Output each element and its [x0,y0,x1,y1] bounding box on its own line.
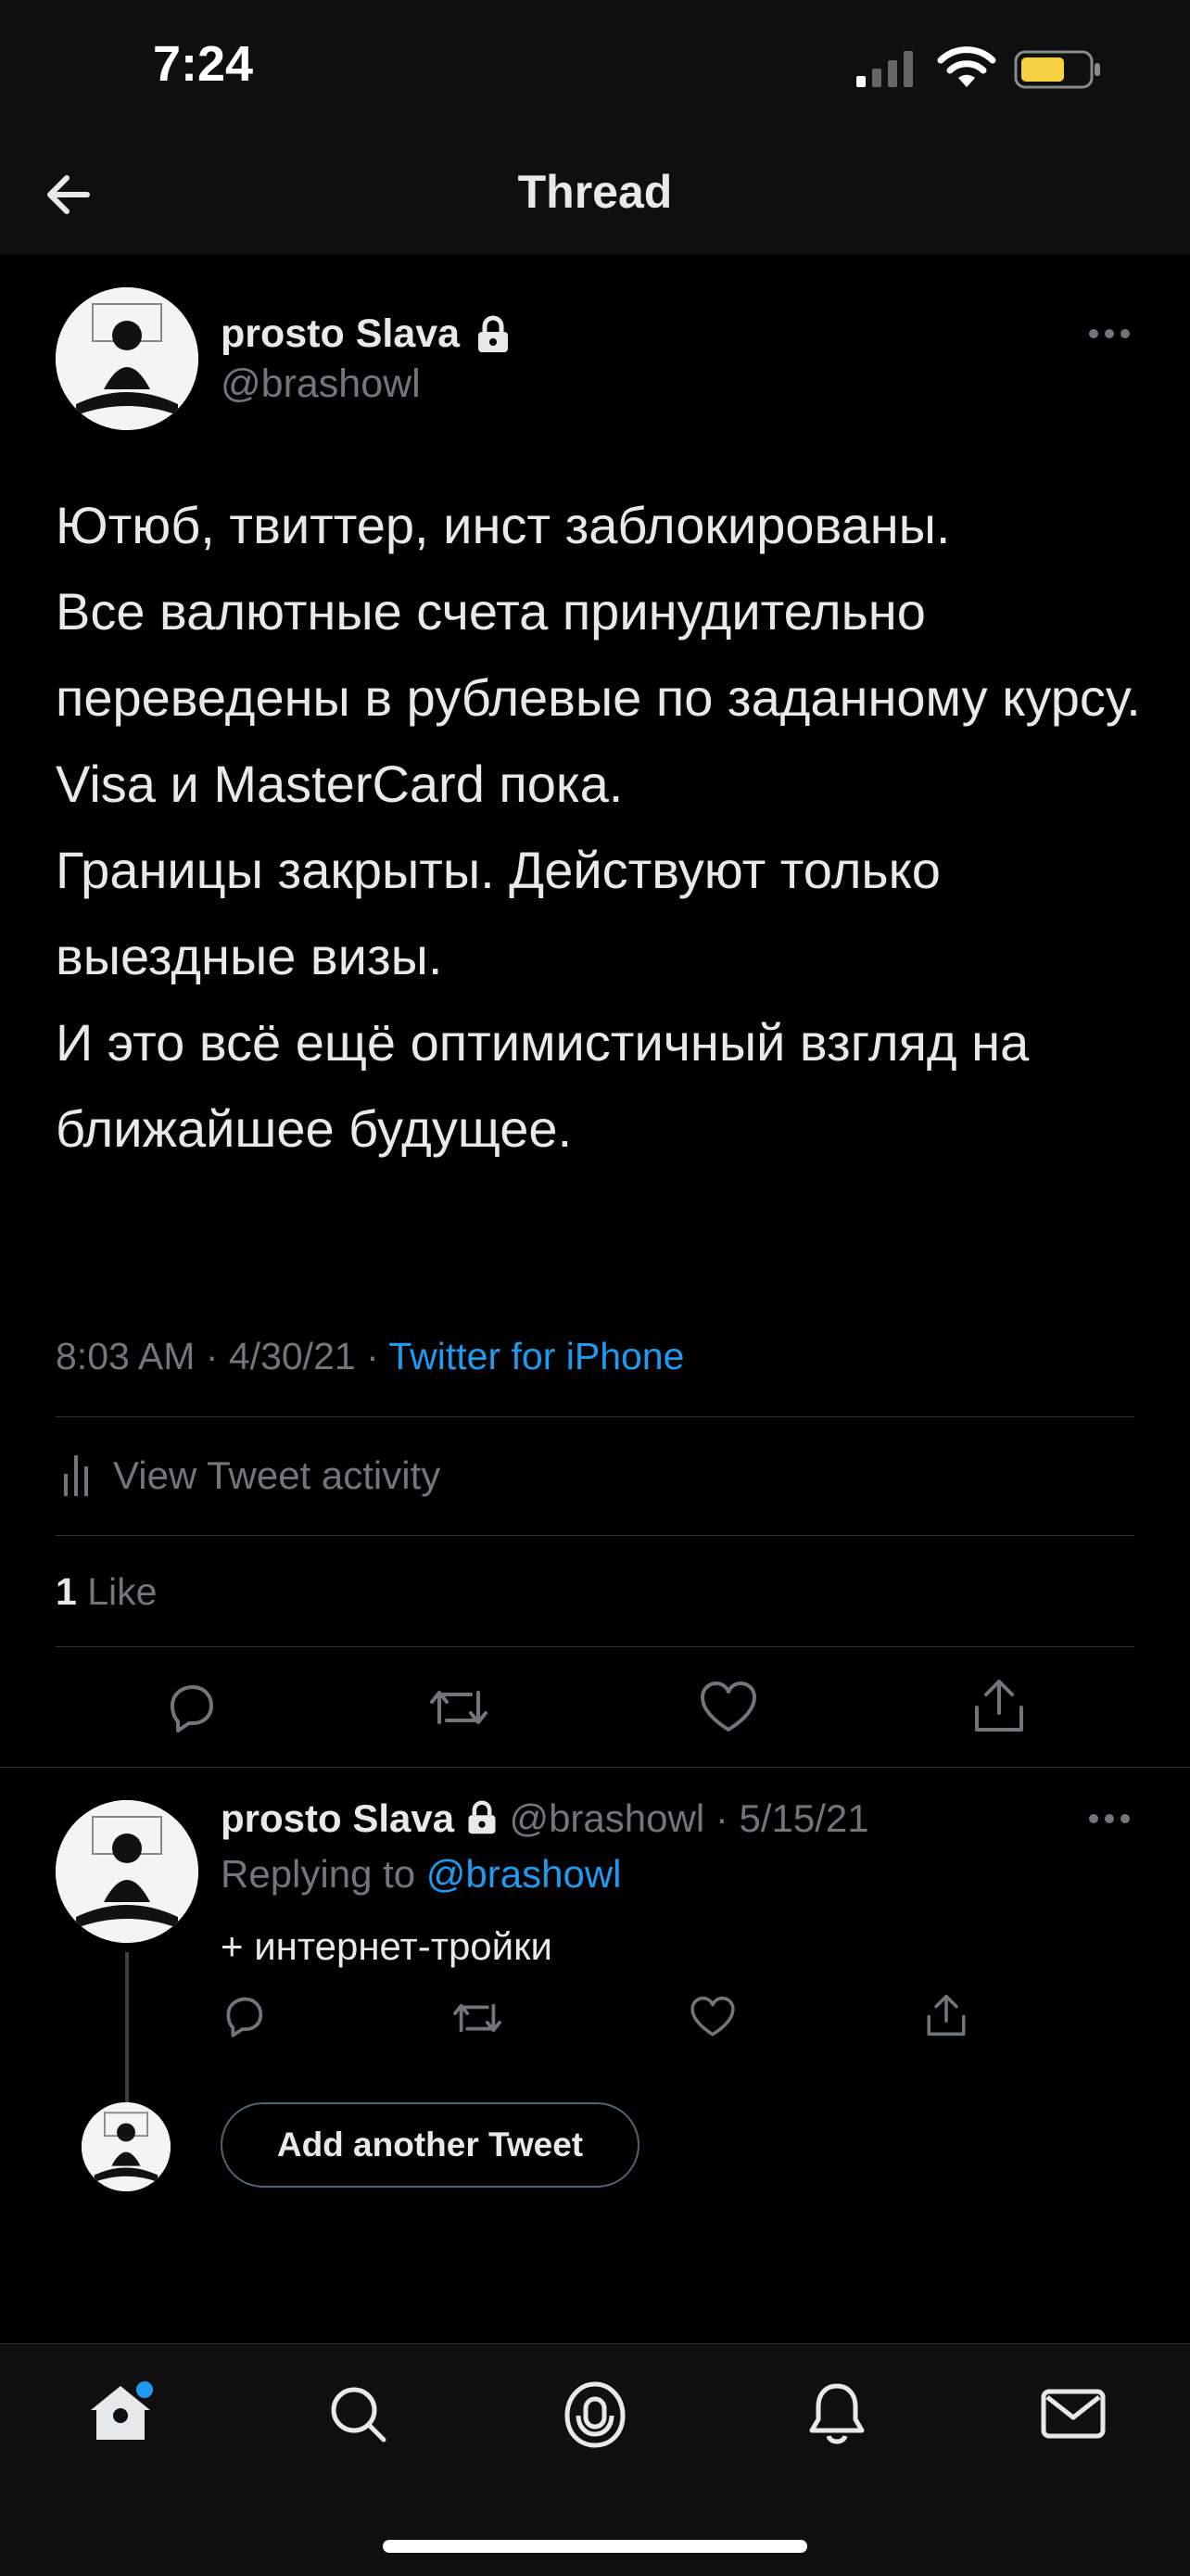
replying-to: Replying to @brashowl [221,1852,622,1897]
compose-avatar [82,2102,171,2191]
likes-label: Like [87,1570,158,1613]
share-icon[interactable] [969,1676,1029,1735]
retweet-icon[interactable] [450,1995,504,2041]
spaces-icon[interactable] [562,2379,628,2449]
notifications-bell-icon[interactable] [804,2379,869,2449]
reply-icon[interactable] [221,1993,267,2039]
retweet-icon[interactable] [426,1680,491,1735]
reply-text: + интернет-тройки [221,1924,552,1968]
activity-bars-icon [64,1455,88,1496]
home-icon[interactable] [83,2380,158,2445]
home-indicator[interactable] [383,2540,807,2553]
replying-to-handle[interactable]: @brashowl [426,1852,622,1896]
divider [0,1767,1190,1768]
page-title: Thread [517,166,673,218]
like-heart-icon[interactable] [690,1995,736,2039]
tweet-text: Ютюб, твиттер, инст заблокированы. Все в… [56,496,1141,1158]
battery-icon [1014,50,1100,89]
avatar[interactable] [56,287,198,430]
status-time: 7:24 [153,36,254,92]
likes-count: 1 [56,1570,77,1613]
tweet-time: 8:03 AM [56,1335,196,1377]
share-icon[interactable] [923,1991,969,2039]
reply-header: prosto Slava @brashowl · 5/15/21 [221,1796,869,1840]
reply-icon[interactable] [163,1680,219,1735]
cellular-signal-icon [856,51,913,87]
thread-line [125,1952,129,2104]
tweet-source-link[interactable]: Twitter for iPhone [388,1335,684,1377]
reply-avatar[interactable] [56,1800,198,1943]
messages-mail-icon[interactable] [1040,2388,1107,2440]
reply-date: 5/15/21 [739,1796,869,1840]
reply-handle[interactable]: @brashowl [509,1796,704,1840]
tweet-author-name[interactable]: prosto Slava [221,311,460,357]
likes-count-row[interactable]: 1 Like [56,1570,157,1614]
divider [56,1535,1134,1536]
tweet-handle[interactable]: @brashowl [221,362,421,407]
search-icon[interactable] [326,2382,391,2447]
divider [56,1646,1134,1647]
avatar-person-image [56,1800,198,1943]
view-tweet-activity-label: View Tweet activity [113,1453,441,1497]
wifi-icon [937,46,996,87]
avatar-person-image [82,2102,171,2191]
tweet-date: 4/30/21 [228,1335,356,1377]
add-another-tweet-button[interactable]: Add another Tweet [221,2102,639,2188]
replying-to-label: Replying to [221,1852,416,1896]
avatar-person-image [56,287,198,430]
lock-icon [478,315,508,352]
lock-icon [468,1800,496,1834]
more-options-icon[interactable] [1088,1809,1131,1828]
more-options-icon[interactable] [1088,324,1131,343]
tweet-meta: 8:03 AM · 4/30/21 · Twitter for iPhone [56,1335,685,1377]
divider [56,1416,1134,1417]
view-tweet-activity-row[interactable]: View Tweet activity [56,1444,1134,1509]
like-heart-icon[interactable] [699,1680,758,1735]
reply-author-name[interactable]: prosto Slava [221,1796,454,1840]
